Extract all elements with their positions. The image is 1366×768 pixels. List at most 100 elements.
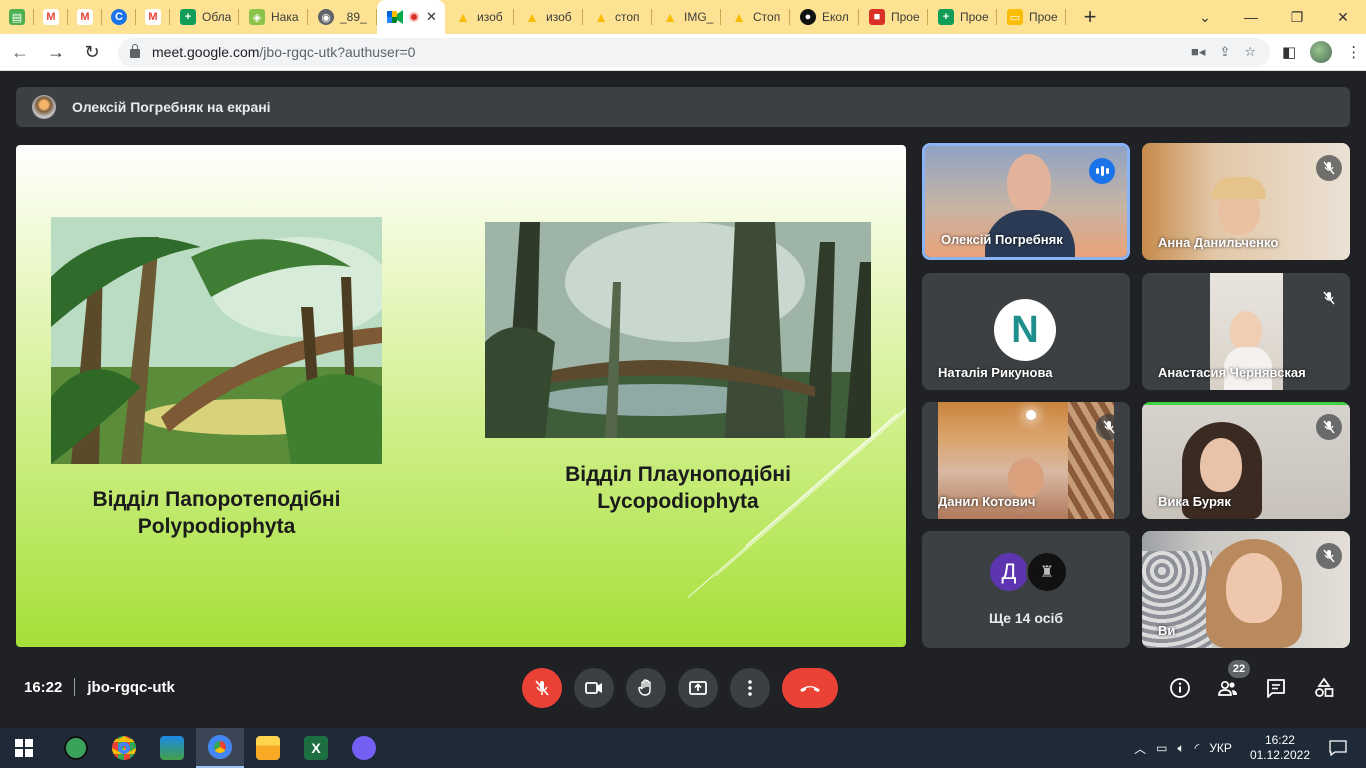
participant-tile-3[interactable]: Анастасия Чернявская: [1142, 273, 1350, 390]
browser-tab-11[interactable]: ▲ стоп: [583, 0, 652, 34]
hang-up-icon: [800, 686, 820, 692]
browser-tab-12[interactable]: ▲ IMG_: [652, 0, 721, 34]
slide-caption-lycopods-line2: Lycopodiophyta: [597, 490, 759, 513]
tray-overflow-chevron-icon[interactable]: ︿: [1134, 740, 1146, 757]
system-time: 16:22: [1264, 733, 1295, 747]
browser-tab-13[interactable]: ▲ Стоп: [721, 0, 790, 34]
window-controls: ⌄ — ❐ ✕: [1182, 0, 1366, 34]
browser-tab-9[interactable]: ▲ изоб: [445, 0, 514, 34]
tab-title: Нака: [271, 10, 299, 24]
activities-button[interactable]: [1310, 674, 1338, 702]
start-button[interactable]: [0, 728, 48, 768]
chat-button[interactable]: [1262, 674, 1290, 702]
notifications-icon[interactable]: [1320, 740, 1356, 756]
input-language[interactable]: УКР: [1209, 741, 1232, 755]
slide-caption-ferns-line2: Polypodiophyta: [137, 515, 296, 538]
close-tab-icon[interactable]: ✕: [426, 9, 437, 25]
new-tab-button[interactable]: +: [1072, 4, 1108, 30]
participant-tile-5[interactable]: Вика Буряк: [1142, 402, 1350, 519]
participant-tile-4[interactable]: Данил Котович: [922, 402, 1130, 519]
pen-app-icon: [64, 736, 88, 760]
muted-mic-icon: [1316, 414, 1342, 440]
browser-tab-1[interactable]: M: [34, 0, 68, 34]
camera-toggle-button[interactable]: [574, 668, 614, 708]
participant-tile-1[interactable]: Анна Данильченко: [1142, 143, 1350, 260]
browser-tab-10[interactable]: ▲ изоб: [514, 0, 583, 34]
profile-avatar[interactable]: [1310, 41, 1333, 63]
tab-title: Прое: [1029, 10, 1058, 24]
close-window-icon[interactable]: ✕: [1320, 0, 1366, 34]
microphone-toggle-button[interactable]: [522, 668, 562, 708]
browser-tab-meet-active[interactable]: ✕: [377, 0, 445, 34]
speaking-indicator-icon: [1089, 158, 1115, 184]
more-participants-tile[interactable]: Д ♜ Ще 14 осіб: [922, 531, 1130, 648]
bookmark-star-icon[interactable]: ☆: [1244, 44, 1256, 60]
participant-tile-0[interactable]: Олексій Погребняк: [922, 143, 1130, 260]
forward-arrow-icon[interactable]: →: [40, 36, 72, 68]
taskbar-app-explorer[interactable]: [244, 728, 292, 768]
self-view-tile[interactable]: Ви: [1142, 531, 1350, 648]
browser-tab-5[interactable]: + Обла: [170, 0, 239, 34]
more-participants-avatars: Д ♜: [988, 551, 1068, 593]
share-icon[interactable]: ⇪: [1219, 44, 1230, 60]
kebab-menu-icon[interactable]: ⋮: [1346, 43, 1361, 61]
drive-icon: ▲: [525, 9, 539, 25]
present-now-button[interactable]: [678, 668, 718, 708]
leave-call-button[interactable]: [782, 668, 838, 708]
url-path: /jbo-rgqc-utk?authuser=0: [259, 44, 416, 60]
minimize-icon[interactable]: —: [1228, 0, 1274, 34]
meeting-info-button[interactable]: [1166, 674, 1194, 702]
side-panel-icon[interactable]: ◧: [1282, 43, 1296, 61]
volume-icon[interactable]: 🔈︎: [1177, 741, 1184, 756]
participant-face: [1007, 154, 1051, 212]
browser-tab-16[interactable]: + Прое: [928, 0, 997, 34]
browser-tab-2[interactable]: M: [68, 0, 102, 34]
browser-tab-7[interactable]: ◉ _89_: [308, 0, 377, 34]
gmail-icon: M: [77, 9, 93, 25]
raise-hand-button[interactable]: [626, 668, 666, 708]
reload-icon[interactable]: ↻: [76, 36, 108, 68]
browser-tab-15[interactable]: ■ Прое: [859, 0, 928, 34]
system-clock[interactable]: 16:22 01.12.2022: [1250, 733, 1310, 763]
slide-caption-ferns: Відділ Папоротеподібні Polypodiophyta: [51, 486, 382, 540]
participant-face: [1200, 438, 1242, 492]
taskbar-app-viber[interactable]: [340, 728, 388, 768]
browser-tab-0[interactable]: ▤: [0, 0, 34, 34]
browser-tab-14[interactable]: ● Екол: [790, 0, 859, 34]
tab-search-chevron-icon[interactable]: ⌄: [1182, 0, 1228, 34]
meet-icon: [387, 9, 403, 25]
browser-tab-17[interactable]: ▭ Прое: [997, 0, 1066, 34]
taskbar-app-chrome[interactable]: [100, 728, 148, 768]
mic-off-icon: [535, 680, 549, 696]
address-bar-row: ← → ↻ meet.google.com/jbo-rgqc-utk?authu…: [0, 34, 1366, 71]
more-options-button[interactable]: [730, 668, 770, 708]
browser-tab-4[interactable]: M: [136, 0, 170, 34]
participant-avatar: Д: [988, 551, 1030, 593]
presenter-banner: Олексій Погребняк на екрані: [16, 87, 1350, 127]
browser-tab-6[interactable]: ◈ Нака: [239, 0, 308, 34]
url-text[interactable]: meet.google.com/jbo-rgqc-utk?authuser=0: [152, 44, 415, 60]
tab-title: Екол: [822, 10, 849, 24]
omnibox[interactable]: meet.google.com/jbo-rgqc-utk?authuser=0 …: [118, 37, 1270, 67]
taskbar-app-chrome-active[interactable]: [196, 728, 244, 768]
tab-title: _89_: [340, 10, 367, 24]
participant-name: Олексій Погребняк: [941, 232, 1063, 247]
wifi-icon[interactable]: ◜: [1195, 741, 1200, 755]
sheets-favicon-icon: ▤: [9, 9, 25, 25]
muted-mic-icon: [1316, 543, 1342, 569]
restore-icon[interactable]: ❐: [1274, 0, 1320, 34]
taskbar-app-pen[interactable]: [52, 728, 100, 768]
divider: [74, 678, 76, 696]
taskbar-app-excel[interactable]: X: [292, 728, 340, 768]
camera-in-use-icon[interactable]: ■◂: [1191, 44, 1205, 60]
drive-icon: ▲: [732, 9, 746, 25]
participant-tile-2[interactable]: N Наталія Рикунова: [922, 273, 1130, 390]
battery-icon[interactable]: ▭: [1156, 741, 1167, 755]
people-button[interactable]: [1214, 674, 1242, 702]
presenter-avatar: [32, 95, 56, 119]
info-icon: [1170, 678, 1190, 698]
browser-tab-3[interactable]: C: [102, 0, 136, 34]
lock-icon[interactable]: [130, 44, 140, 58]
taskbar-app-installer[interactable]: [148, 728, 196, 768]
back-arrow-icon[interactable]: ←: [4, 36, 36, 68]
